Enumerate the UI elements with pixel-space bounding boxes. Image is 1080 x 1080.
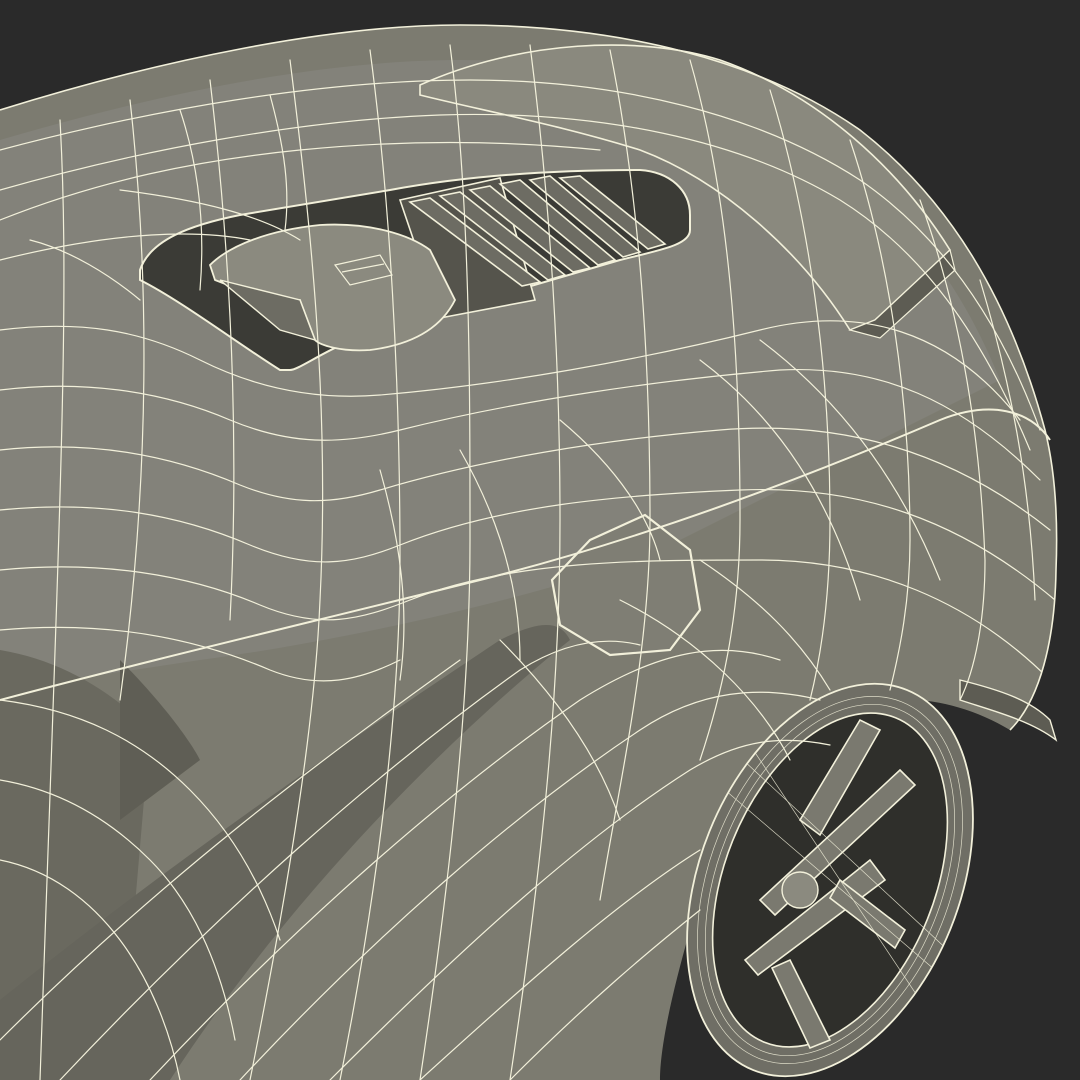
wheel-hub bbox=[781, 871, 819, 909]
render-viewport bbox=[0, 0, 1080, 1080]
